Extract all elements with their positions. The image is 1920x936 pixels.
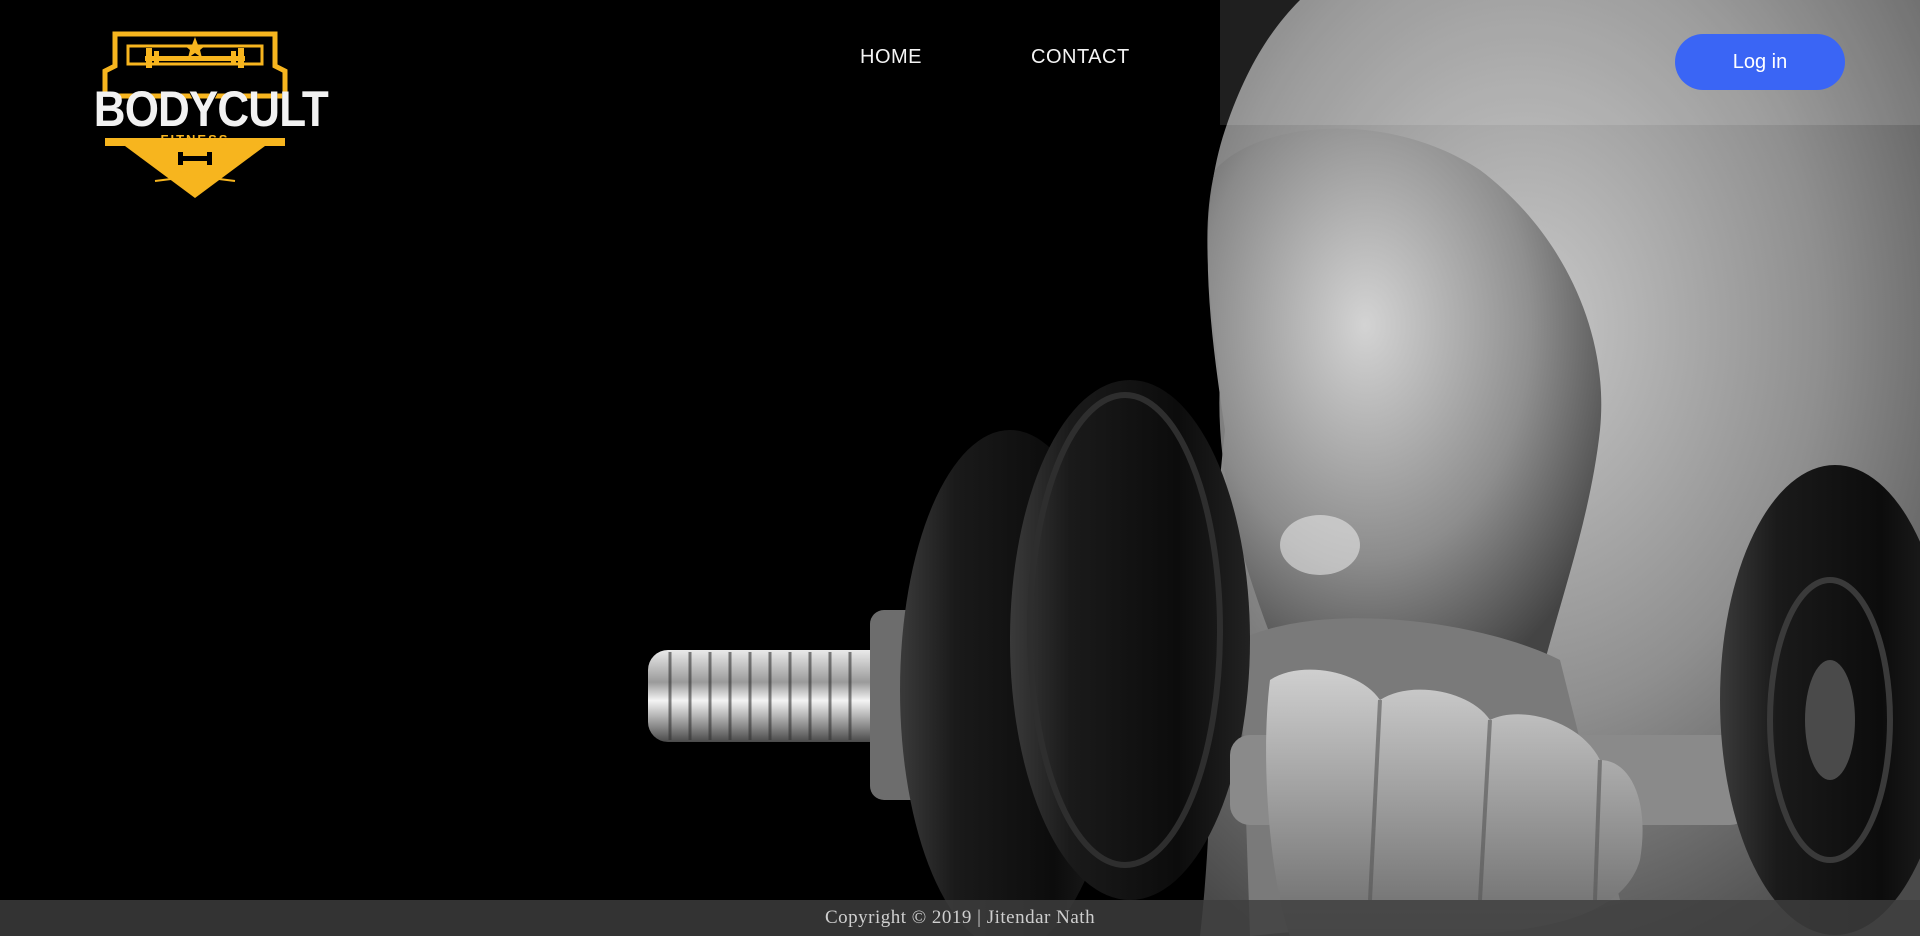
site-footer: Copyright © 2019 | Jitendar Nath xyxy=(0,900,1920,936)
login-button[interactable]: Log in xyxy=(1675,34,1845,90)
nav-home-link[interactable]: HOME xyxy=(860,46,922,69)
main-nav: HOME CONTACT xyxy=(0,46,1920,76)
brand-name: BODYCULT xyxy=(93,81,329,137)
brand-tagline: FITNESS xyxy=(160,132,230,147)
nav-contact-link[interactable]: CONTACT xyxy=(1031,46,1130,69)
copyright-text: Copyright © 2019 | Jitendar Nath xyxy=(824,907,1096,928)
